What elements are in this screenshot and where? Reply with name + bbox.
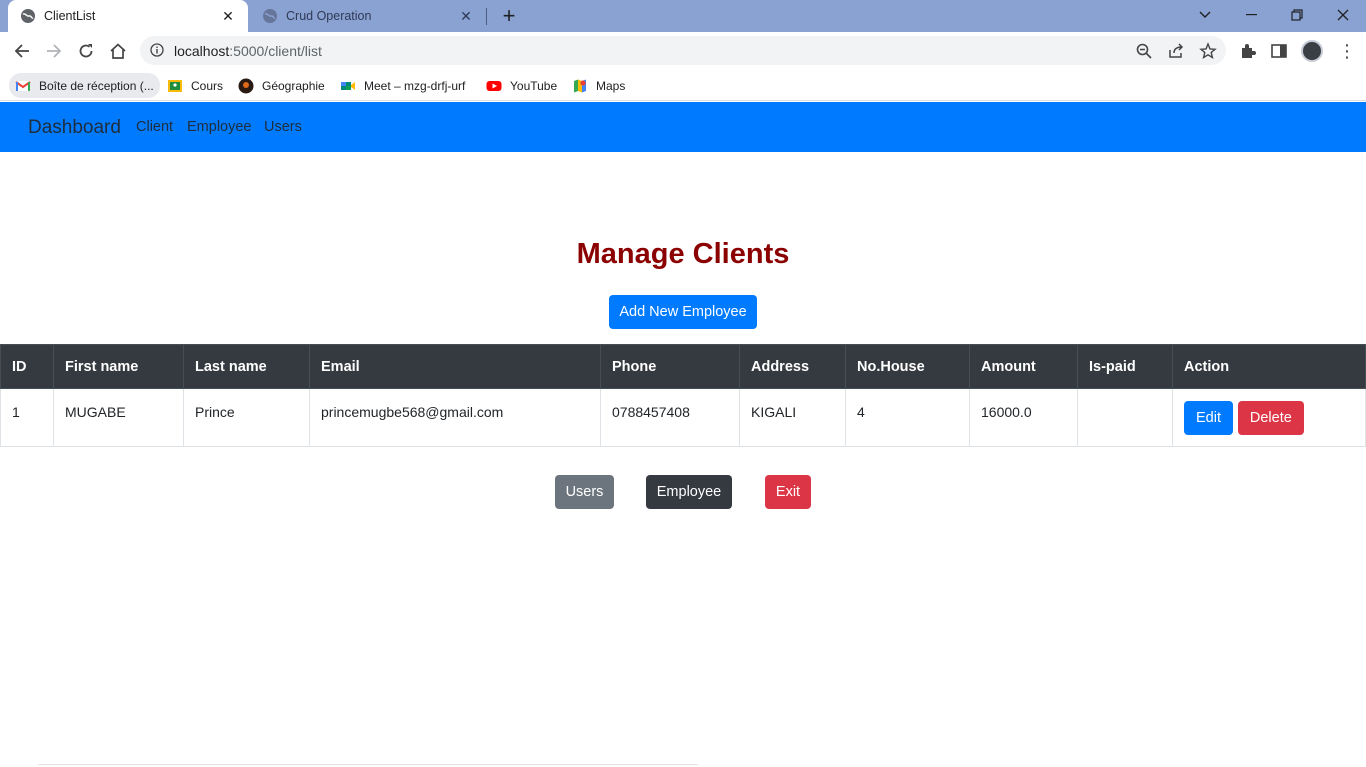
bookmark-geographie[interactable]: Géographie <box>238 73 325 98</box>
maps-icon <box>574 79 586 92</box>
cell-address: KIGALI <box>739 388 846 447</box>
cell-email: princemugbe568@gmail.com <box>309 388 601 447</box>
bookmark-cours[interactable]: Cours <box>167 73 223 98</box>
column-header-is-paid: Is-paid <box>1077 344 1173 389</box>
url-path: :5000/client/list <box>229 43 322 59</box>
column-header-last-name: Last name <box>183 344 310 389</box>
address-bar[interactable]: localhost:5000/client/list <box>140 36 1226 65</box>
delete-button[interactable]: Delete <box>1237 401 1304 435</box>
navbar-brand[interactable]: Dashboard <box>28 117 121 139</box>
cell-first-name: MUGABE <box>53 388 184 447</box>
close-window-icon[interactable] <box>1320 0 1366 30</box>
extensions-icon[interactable] <box>1239 42 1257 60</box>
tab-title: ClientList <box>44 9 96 23</box>
cell-amount: 16000.0 <box>969 388 1078 447</box>
bookmark-label: Meet – mzg-drfj-urf <box>364 78 466 93</box>
tab-title: Crud Operation <box>286 9 372 23</box>
new-tab-icon[interactable]: + <box>498 5 520 27</box>
bookmark-youtube[interactable]: YouTube <box>486 73 557 98</box>
column-header-phone: Phone <box>600 344 740 389</box>
add-new-employee-button[interactable]: Add New Employee <box>609 295 757 329</box>
bookmark-star-icon[interactable] <box>1199 42 1217 60</box>
table-row: 1 MUGABE Prince princemugbe568@gmail.com… <box>0 388 1366 447</box>
app-navbar: Dashboard Client Employee Users <box>0 102 1366 152</box>
minimize-icon[interactable] <box>1228 0 1274 30</box>
cell-no-house: 4 <box>845 388 970 447</box>
browser-tab-strip: ClientList ✕ Crud Operation ✕ + <box>0 0 1366 32</box>
bookmark-label: Cours <box>191 78 224 93</box>
bookmark-gmail[interactable]: Boîte de réception (... <box>9 73 160 98</box>
edit-button[interactable]: Edit <box>1184 401 1233 435</box>
close-tab-icon[interactable]: ✕ <box>458 8 474 25</box>
bookmark-label: YouTube <box>510 78 558 93</box>
browser-menu-icon[interactable]: ⋮ <box>1338 41 1356 61</box>
globe-icon <box>21 9 35 23</box>
bookmark-maps[interactable]: Maps <box>572 73 625 98</box>
globe-icon <box>263 9 277 23</box>
browser-toolbar: localhost:5000/client/list <box>0 32 1366 70</box>
bookmark-meet[interactable]: Meet – mzg-drfj-urf <box>340 73 465 98</box>
restore-icon[interactable] <box>1274 0 1320 30</box>
reload-icon[interactable] <box>74 39 98 63</box>
bookmarks-bar: Boîte de réception (... Cours Géographie… <box>0 70 1366 101</box>
column-header-no-house: No.House <box>845 344 970 389</box>
column-header-address: Address <box>739 344 846 389</box>
close-tab-icon[interactable]: ✕ <box>220 8 236 25</box>
tab-clientlist[interactable]: ClientList ✕ <box>8 0 248 32</box>
page-title: Manage Clients <box>576 238 790 270</box>
bookmark-label: Géographie <box>262 78 325 93</box>
youtube-icon <box>486 80 502 91</box>
zoom-icon[interactable] <box>1135 42 1153 60</box>
classroom-icon <box>168 79 182 92</box>
cell-phone: 0788457408 <box>600 388 740 447</box>
column-header-id: ID <box>0 344 54 389</box>
nav-link-employee[interactable]: Employee <box>187 119 251 135</box>
tab-search-chevron-icon[interactable] <box>1182 0 1228 30</box>
forward-icon[interactable] <box>42 39 66 63</box>
back-icon[interactable] <box>10 39 34 63</box>
geography-icon <box>238 78 254 93</box>
cell-last-name: Prince <box>183 388 310 447</box>
profile-avatar[interactable] <box>1301 40 1323 62</box>
home-icon[interactable] <box>106 39 130 63</box>
employee-button[interactable]: Employee <box>646 475 732 509</box>
column-header-first-name: First name <box>53 344 184 389</box>
bookmark-label: Boîte de réception (... <box>39 78 154 93</box>
bottom-divider <box>38 764 698 765</box>
url-text: localhost:5000/client/list <box>174 43 322 59</box>
nav-link-users[interactable]: Users <box>264 119 302 135</box>
clients-table: ID First name Last name Email Phone Addr… <box>0 344 1366 447</box>
column-header-amount: Amount <box>969 344 1078 389</box>
tab-crud-operation[interactable]: Crud Operation ✕ <box>250 0 486 32</box>
site-info-icon[interactable] <box>150 43 164 57</box>
column-header-email: Email <box>309 344 601 389</box>
bookmark-label: Maps <box>596 78 626 93</box>
nav-link-client[interactable]: Client <box>136 119 173 135</box>
exit-button[interactable]: Exit <box>765 475 811 509</box>
tab-separator <box>486 8 487 25</box>
meet-icon <box>341 81 355 90</box>
column-header-action: Action <box>1172 344 1366 389</box>
share-icon[interactable] <box>1167 42 1185 60</box>
cell-action: Edit Delete <box>1172 388 1366 447</box>
cell-id: 1 <box>0 388 54 447</box>
cell-is-paid <box>1077 388 1173 447</box>
gmail-icon <box>15 80 31 91</box>
table-header-row: ID First name Last name Email Phone Addr… <box>0 344 1366 389</box>
users-button[interactable]: Users <box>555 475 614 509</box>
side-panel-icon[interactable] <box>1270 42 1288 60</box>
url-host: localhost <box>174 43 230 59</box>
